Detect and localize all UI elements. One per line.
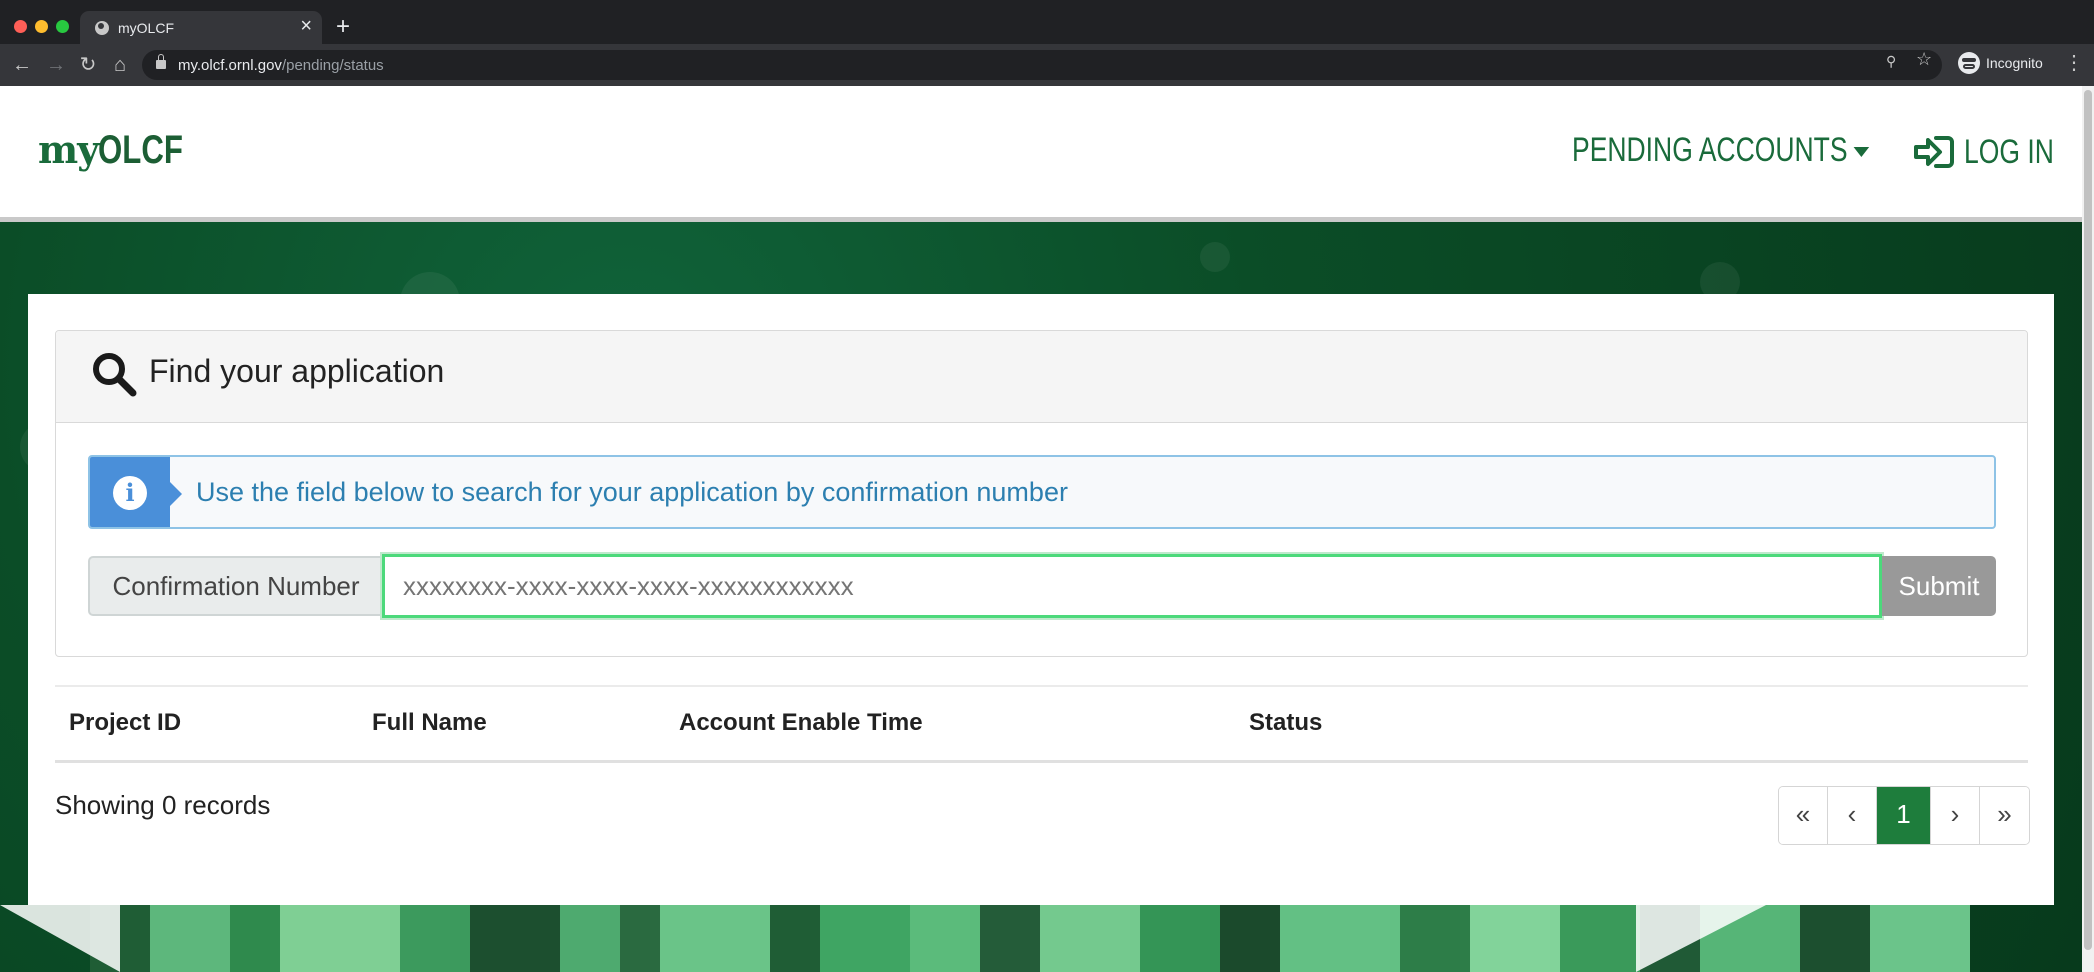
column-header-project-id[interactable]: Project ID [69,709,181,737]
minimize-window-button[interactable] [35,20,48,33]
forward-icon[interactable]: → [42,51,70,79]
lock-icon [156,54,166,69]
login-link[interactable]: LOG IN [1912,130,2079,172]
info-icon: i [113,476,147,510]
tab-title: myOLCF [118,20,174,36]
globe-icon [95,21,109,35]
window-controls [14,20,69,33]
home-icon[interactable]: ⌂ [106,51,134,79]
info-alert: i Use the field below to search for your… [88,455,1996,529]
browser-menu-icon[interactable]: ⋮ [2064,50,2084,75]
maximize-window-button[interactable] [56,20,69,33]
confirmation-number-label: Confirmation Number [88,556,382,616]
browser-toolbar: ← → ↻ ⌂ my.olcf.ornl.gov/pending/status … [0,44,2094,86]
pending-accounts-label: PENDING ACCOUNTS [1572,131,1848,169]
close-icon[interactable]: × [300,16,312,36]
confirmation-number-input[interactable] [382,554,1882,618]
decorative-triangle-right [1636,905,1766,972]
pending-accounts-dropdown[interactable]: PENDING ACCOUNTS [1572,130,1870,170]
pagination: « ‹ 1 › » [1778,786,2030,845]
back-icon[interactable]: ← [8,51,36,79]
prev-page-button[interactable]: ‹ [1828,787,1877,844]
browser-tabbar: myOLCF × + [0,0,2094,44]
sign-in-icon [1914,136,1954,169]
reload-icon[interactable]: ↻ [74,51,102,79]
incognito-icon[interactable] [1958,52,1980,74]
column-header-status[interactable]: Status [1249,709,1322,737]
close-window-button[interactable] [14,20,27,33]
new-tab-button[interactable]: + [336,15,350,39]
page-scrollbar[interactable] [2082,86,2094,972]
next-page-button[interactable]: › [1931,787,1980,844]
login-label: LOG IN [1964,133,2054,172]
logo[interactable]: myOLCF [38,124,207,175]
submit-button[interactable]: Submit [1882,556,1996,616]
column-header-account-enable-time[interactable]: Account Enable Time [679,709,923,737]
caret-down-icon [1853,147,1870,158]
panel-header: Find your application [56,331,2027,423]
panel-title: Find your application [149,353,445,389]
table-header: Project ID Full Name Account Enable Time… [55,685,2028,763]
alert-icon-box: i [90,457,182,527]
zoom-icon[interactable]: ⚲ [1886,53,1896,70]
column-header-full-name[interactable]: Full Name [372,709,487,737]
address-bar[interactable]: my.olcf.ornl.gov/pending/status [142,50,1942,80]
decorative-triangle-left [0,905,120,972]
main-card: Find your application i Use the field be… [28,294,2054,905]
logo-prefix: my [38,127,99,172]
last-page-button[interactable]: » [1980,787,2029,844]
first-page-button[interactable]: « [1779,787,1828,844]
alert-text: Use the field below to search for your a… [196,477,1068,507]
search-icon [93,353,137,397]
browser-tab[interactable]: myOLCF × [80,11,322,44]
bookmark-star-icon[interactable]: ☆ [1916,49,1932,70]
scrollbar-thumb[interactable] [2084,90,2092,950]
find-application-panel: Find your application i Use the field be… [55,330,2028,657]
url-text: my.olcf.ornl.gov/pending/status [178,57,384,74]
site-header: myOLCF PENDING ACCOUNTS LOG IN [0,86,2082,222]
records-count: Showing 0 records [55,790,271,820]
bg-dot [1200,242,1230,272]
logo-suffix: OLCF [98,128,184,172]
page-1-button[interactable]: 1 [1877,787,1931,844]
incognito-label[interactable]: Incognito [1986,55,2043,71]
